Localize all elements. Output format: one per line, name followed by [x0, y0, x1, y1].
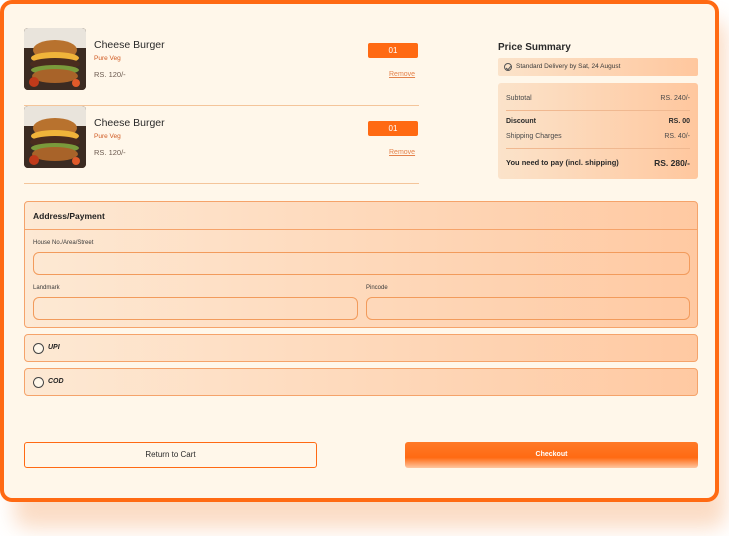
delivery-text: Standard Delivery by Sat, 24 August [516, 63, 621, 70]
price-summary-box: Subtotal RS. 240/- Discount RS. 00 Shipp… [498, 83, 698, 179]
payment-option-cod[interactable]: COD [24, 368, 698, 396]
address-header: Address/Payment [25, 202, 697, 230]
divider [506, 148, 690, 149]
cod-label: COD [48, 378, 64, 385]
total-value: RS. 280/- [654, 158, 690, 168]
quantity-button[interactable]: 01 [368, 43, 418, 58]
pincode-input[interactable] [366, 297, 690, 320]
discount-value: RS. 00 [668, 118, 690, 125]
payment-option-upi[interactable]: UPI [24, 334, 698, 362]
quantity-button[interactable]: 01 [368, 121, 418, 136]
item-tag: Pure Veg [94, 55, 121, 62]
item-price: RS. 120/- [94, 148, 126, 157]
item-name: Cheese Burger [94, 117, 165, 129]
cart-item: Cheese Burger Pure Veg RS. 120/- 01 Remo… [24, 106, 419, 184]
discount-label: Discount [506, 118, 536, 125]
burger-image [24, 106, 86, 168]
house-label: House No./Area/Street [33, 240, 94, 246]
cod-radio[interactable] [33, 377, 44, 388]
delivery-banner: Standard Delivery by Sat, 24 August [498, 58, 698, 76]
price-summary-title: Price Summary [498, 42, 571, 53]
house-input[interactable] [33, 252, 690, 275]
burger-image [24, 28, 86, 90]
address-section: Address/Payment House No./Area/Street La… [24, 201, 698, 328]
cart-item: Cheese Burger Pure Veg RS. 120/- 01 Remo… [24, 28, 419, 106]
item-price: RS. 120/- [94, 70, 126, 79]
item-tag: Pure Veg [94, 133, 121, 140]
pincode-label: Pincode [366, 285, 388, 291]
item-name: Cheese Burger [94, 39, 165, 51]
landmark-input[interactable] [33, 297, 358, 320]
shipping-label: Shipping Charges [506, 133, 562, 140]
subtotal-label: Subtotal [506, 95, 532, 102]
check-circle-icon [504, 63, 512, 71]
divider [506, 110, 690, 111]
upi-label: UPI [48, 344, 60, 351]
remove-link[interactable]: Remove [389, 71, 415, 78]
upi-radio[interactable] [33, 343, 44, 354]
checkout-panel: Cheese Burger Pure Veg RS. 120/- 01 Remo… [0, 0, 719, 502]
total-row: You need to pay (incl. shipping) RS. 280… [506, 158, 690, 168]
subtotal-value: RS. 240/- [660, 95, 690, 102]
checkout-button[interactable]: Checkout [405, 442, 698, 468]
return-to-cart-button[interactable]: Return to Cart [24, 442, 317, 468]
discount-row: Discount RS. 00 [506, 118, 690, 125]
remove-link[interactable]: Remove [389, 149, 415, 156]
shipping-row: Shipping Charges RS. 40/- [506, 133, 690, 140]
subtotal-row: Subtotal RS. 240/- [506, 95, 690, 102]
shipping-value: RS. 40/- [664, 133, 690, 140]
address-title: Address/Payment [33, 211, 105, 221]
total-label: You need to pay (incl. shipping) [506, 158, 619, 167]
landmark-label: Landmark [33, 285, 60, 291]
